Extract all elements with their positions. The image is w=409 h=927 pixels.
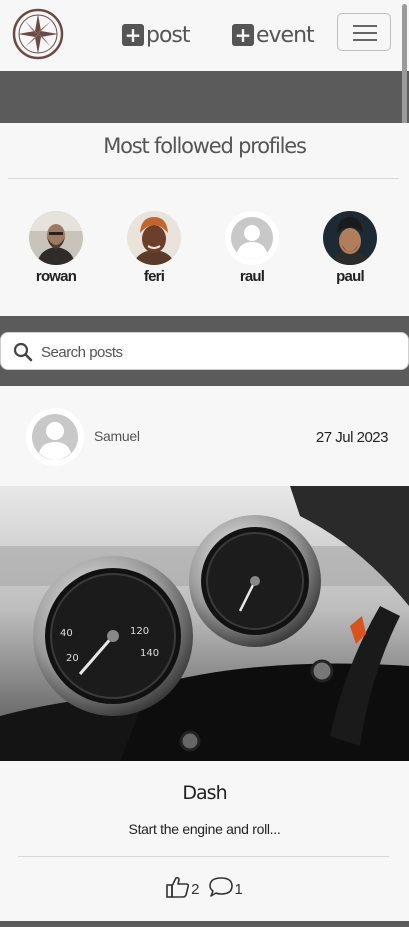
default-avatar-icon [27,409,83,465]
svg-text:20: 20 [66,653,79,664]
svg-text:40: 40 [60,628,73,639]
like-button[interactable]: 2 [166,876,200,898]
profile-rowan[interactable]: rowan [21,211,91,285]
profile-name: feri [143,268,165,285]
post-author[interactable]: Samuel [94,428,140,444]
search-input[interactable] [39,337,403,367]
profile-name: raul [239,268,265,285]
menu-line [353,32,377,34]
new-post-label: post [146,22,191,48]
post-excerpt: Start the engine and roll... [128,821,281,837]
motorcycle-dashboard-photo[interactable]: 120 140 40 20 [0,486,409,761]
comment-button[interactable]: 1 [208,876,243,898]
avatar [29,211,83,265]
menu-line [353,39,377,41]
svg-text:140: 140 [140,648,159,659]
profile-paul[interactable]: paul [315,211,385,285]
new-post-link[interactable]: + post [122,20,191,50]
thumbs-up-icon [166,876,190,898]
comment-count: 1 [234,881,243,898]
profile-feri[interactable]: feri [119,211,189,285]
plus-square-icon: + [122,24,144,46]
post-date: 27 Jul 2023 [315,429,389,446]
author-avatar[interactable] [26,408,84,466]
avatar [323,211,377,265]
plus-square-icon: + [232,24,254,46]
divider [18,856,389,857]
hamburger-menu-button[interactable] [337,13,391,51]
search-icon [13,342,33,362]
divider [8,178,399,179]
like-count: 2 [191,881,200,898]
new-event-label: event [256,22,315,48]
post-title[interactable]: Dash [0,782,409,804]
profile-name: rowan [35,268,77,285]
navbar: + post + event [0,0,409,71]
compass-icon[interactable] [12,8,64,60]
post-card: Samuel 27 Jul 2023 120 140 40 20 Dash St… [0,386,409,921]
comment-icon [208,877,233,897]
most-followed-profiles: Most followed profiles rowan feri raul p… [0,123,409,316]
profile-name: paul [336,268,364,285]
menu-line [353,25,377,27]
search-bar [0,332,409,370]
new-event-link[interactable]: + event [232,20,315,50]
svg-text:120: 120 [130,626,149,637]
default-avatar-icon [225,211,279,265]
profiles-title: Most followed profiles [103,134,307,158]
post-actions: 2 1 [0,876,409,898]
avatar [127,211,181,265]
profile-raul[interactable]: raul [217,211,287,285]
